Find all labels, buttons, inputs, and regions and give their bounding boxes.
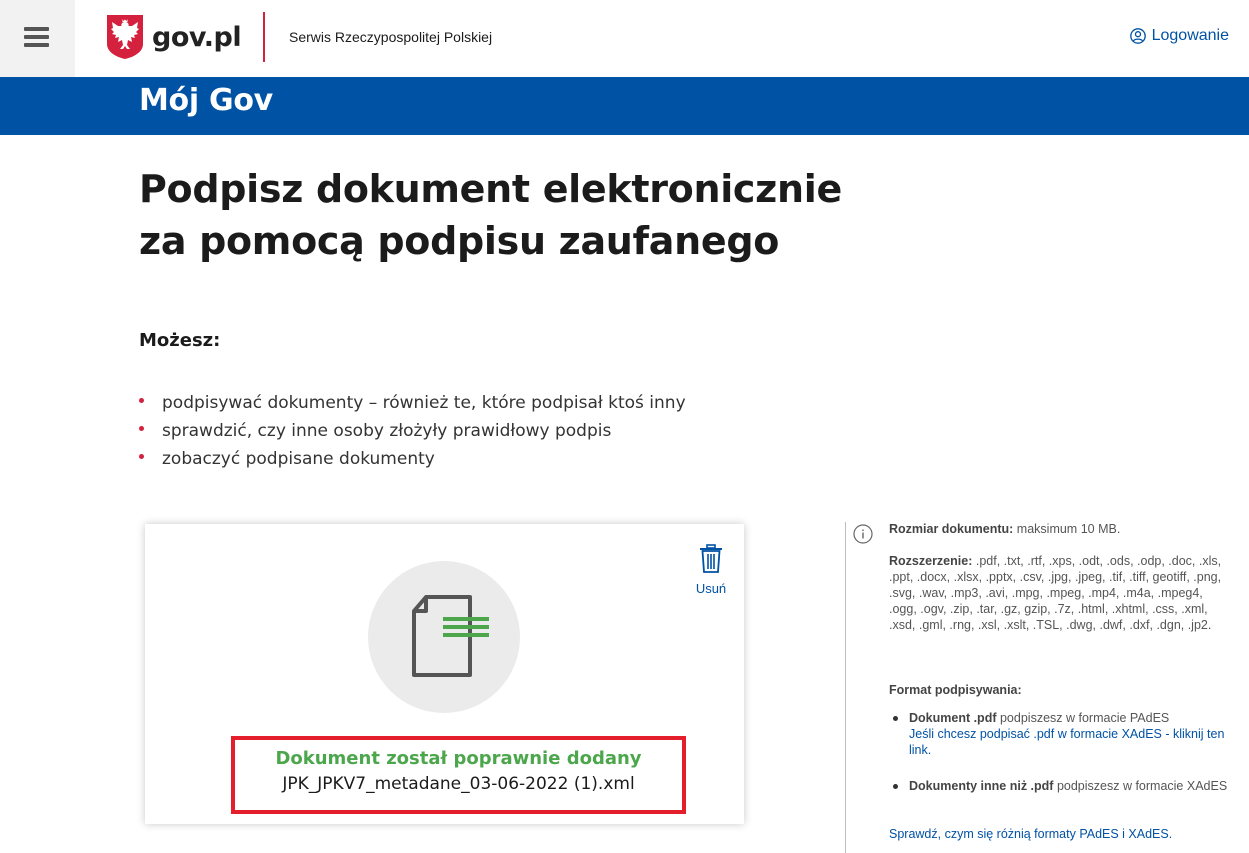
trash-icon: [700, 544, 722, 573]
logo-text: gov.pl: [152, 21, 242, 53]
login-label: Logowanie: [1151, 27, 1229, 44]
info-divider: [845, 522, 846, 853]
format-list: Dokument .pdf podpiszesz w formacie PAdE…: [889, 710, 1229, 758]
xades-pdf-link[interactable]: Jeśli chcesz podpisać .pdf w formacie XA…: [909, 727, 1224, 757]
list-item: Dokumenty inne niż .pdf podpiszesz w for…: [889, 778, 1229, 794]
section-title: Mój Gov: [139, 83, 273, 118]
extensions-info: Rozszerzenie: .pdf, .txt, .rtf, .xps, .o…: [889, 554, 1222, 632]
document-file-icon: [412, 595, 489, 677]
upload-status-highlight: Dokument został poprawnie dodany JPK_JPK…: [231, 736, 686, 814]
page-title-line-2: za pomocą podpisu zaufanego: [139, 219, 780, 263]
header-divider: [263, 12, 265, 62]
page-title-line-1: Podpisz dokument elektronicznie: [139, 167, 842, 211]
format-heading: Format podpisywania:: [889, 683, 1022, 697]
delete-document-button[interactable]: Usuń: [685, 544, 737, 596]
capabilities-heading: Możesz:: [139, 330, 221, 351]
hamburger-menu-button[interactable]: [0, 0, 75, 77]
gov-logo-link[interactable]: gov.pl: [106, 13, 242, 61]
list-item: podpisywać dokumenty – również te, które…: [139, 389, 686, 417]
format-list-other: Dokumenty inne niż .pdf podpiszesz w for…: [889, 778, 1229, 794]
section-band: Mój Gov: [0, 77, 1249, 135]
info-icon: [853, 524, 873, 544]
uploaded-file-name: JPK_JPKV7_metadane_03-06-2022 (1).xml: [282, 774, 635, 794]
polish-eagle-emblem-icon: [107, 15, 143, 59]
delete-label: Usuń: [695, 581, 727, 596]
list-item: Dokument .pdf podpiszesz w formacie PAdE…: [889, 710, 1229, 758]
page-title: Podpisz dokument elektronicznie za pomoc…: [139, 163, 899, 267]
uploaded-document-card: Usuń Dokument został poprawnie dodany JP…: [145, 524, 744, 824]
list-item: zobaczyć podpisane dokumenty: [139, 445, 686, 473]
login-link[interactable]: Logowanie: [1129, 27, 1229, 45]
service-name: Serwis Rzeczypospolitej Polskiej: [289, 29, 493, 45]
capabilities-list: podpisywać dokumenty – również te, które…: [139, 389, 686, 473]
list-item: sprawdzić, czy inne osoby złożyły prawid…: [139, 417, 686, 445]
upload-success-message: Dokument został poprawnie dodany: [275, 748, 642, 769]
compare-formats-link[interactable]: Sprawdź, czym się różnią formaty PAdES i…: [889, 827, 1172, 841]
top-header: gov.pl Serwis Rzeczypospolitej Polskiej …: [0, 0, 1249, 77]
hamburger-icon: [24, 27, 49, 47]
size-info: Rozmiar dokumentu: maksimum 10 MB.: [889, 522, 1121, 536]
document-preview: [368, 561, 520, 713]
user-circle-icon: [1129, 28, 1146, 44]
